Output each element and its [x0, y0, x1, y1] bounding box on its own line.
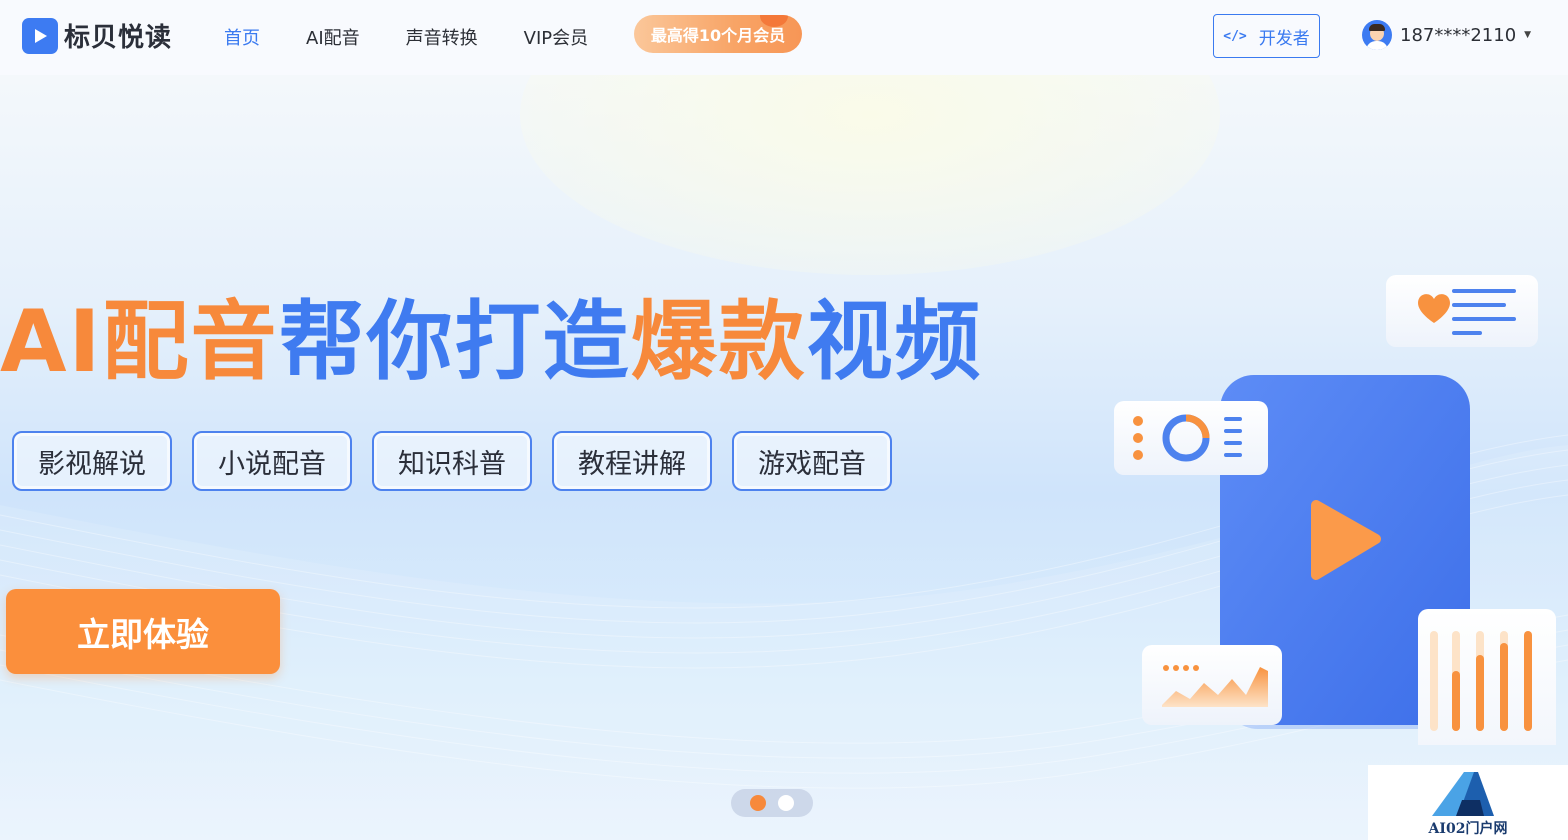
- headline-part-1: AI配音: [0, 292, 279, 392]
- hero-illustration: [1114, 275, 1556, 745]
- carousel-dot-2[interactable]: [778, 795, 794, 811]
- user-menu[interactable]: 187****2110 ▼: [1362, 20, 1531, 50]
- brand-name: 标贝悦读: [64, 23, 173, 53]
- carousel-indicator: [731, 789, 813, 817]
- play-icon: [22, 17, 58, 54]
- vip-promo-badge[interactable]: 最高得10个月会员: [634, 15, 802, 53]
- heart-card: [1386, 275, 1538, 347]
- headline-part-3: 爆款: [630, 292, 807, 392]
- use-case-tags: 影视解说 小说配音 知识科普 教程讲解 游戏配音: [12, 431, 912, 491]
- code-icon: </>: [1223, 28, 1247, 44]
- headline-part-2: 帮你打造: [278, 292, 631, 392]
- promo-label: 最高得10个月会员: [650, 26, 786, 45]
- tag-knowledge-science[interactable]: 知识科普: [372, 431, 532, 491]
- top-navbar: 标贝悦读 首页 AI配音 声音转换 VIP会员 最高得10个月会员 </> 开发…: [0, 0, 1568, 75]
- nav-vip[interactable]: VIP会员: [524, 24, 588, 50]
- hero-banner: AI配音帮你打造爆款视频 影视解说 小说配音 知识科普 教程讲解 游戏配音 立即…: [0, 75, 1568, 840]
- waveform-card: [1142, 645, 1282, 725]
- nav-ai-dubbing[interactable]: AI配音: [306, 24, 360, 50]
- donut-card: [1114, 401, 1268, 475]
- user-phone: 187****2110: [1400, 24, 1517, 46]
- headline-part-4: 视频: [806, 292, 983, 392]
- tag-tutorial[interactable]: 教程讲解: [552, 431, 712, 491]
- carousel-dot-1[interactable]: [750, 795, 766, 811]
- main-nav: 首页 AI配音 声音转换 VIP会员: [224, 24, 634, 50]
- watermark-text: AI02门户网: [1428, 821, 1508, 837]
- user-avatar-icon: [1362, 20, 1392, 50]
- nav-home[interactable]: 首页: [224, 24, 260, 50]
- watermark: AI02门户网: [1368, 765, 1568, 840]
- developer-label: 开发者: [1258, 28, 1310, 49]
- tag-novel-dubbing[interactable]: 小说配音: [192, 431, 352, 491]
- bar-chart-card: [1418, 609, 1556, 745]
- try-now-button[interactable]: 立即体验: [6, 589, 280, 674]
- tag-film-commentary[interactable]: 影视解说: [12, 431, 172, 491]
- developer-button[interactable]: </> 开发者: [1213, 14, 1320, 58]
- hero-headline: AI配音帮你打造爆款视频: [0, 292, 983, 392]
- brand-logo[interactable]: 标贝悦读: [22, 17, 172, 54]
- nav-voice-conversion[interactable]: 声音转换: [406, 24, 478, 50]
- tag-game-dubbing[interactable]: 游戏配音: [732, 431, 892, 491]
- watermark-logo-icon: [1432, 772, 1494, 816]
- chevron-down-icon: ▼: [1524, 30, 1532, 40]
